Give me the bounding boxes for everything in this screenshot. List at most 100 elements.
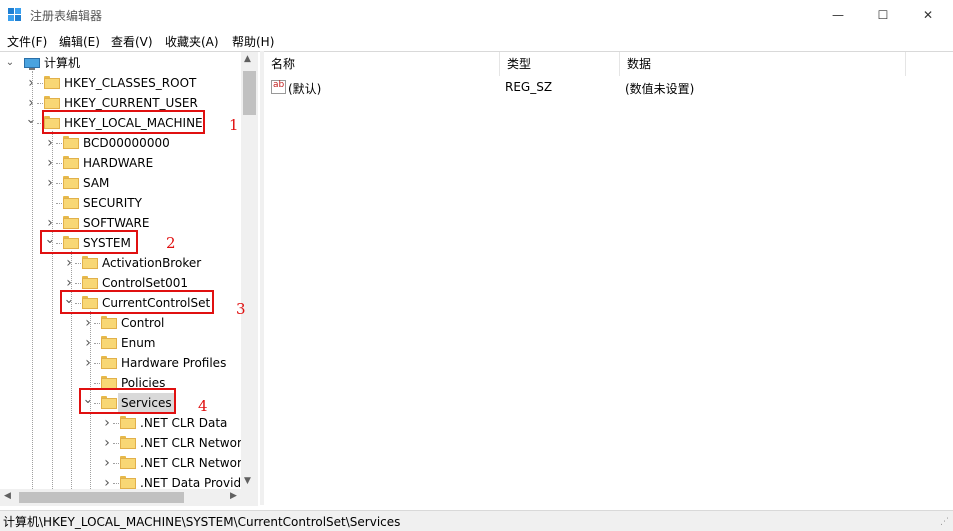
- tree-item[interactable]: SECURITY: [0, 193, 240, 213]
- tree-item[interactable]: › .NET CLR Networ: [0, 433, 242, 453]
- tree-item-label: .NET CLR Data: [140, 416, 228, 430]
- tree-vertical-scroll-thumb[interactable]: [243, 71, 256, 115]
- tree-connector-line: [94, 363, 100, 365]
- column-header-name[interactable]: 名称: [264, 52, 500, 76]
- chevron-right-icon[interactable]: ›: [82, 333, 94, 353]
- maximize-button[interactable]: ☐: [860, 0, 906, 30]
- tree-connector-line: [37, 83, 43, 85]
- chevron-right-icon[interactable]: ›: [44, 173, 56, 193]
- tree-connector-line: [113, 443, 119, 445]
- annotation-number-3: 3: [236, 300, 246, 318]
- tree-item[interactable]: › Hardware Profiles: [0, 353, 240, 373]
- close-button[interactable]: ✕: [905, 0, 951, 30]
- tree-connector-line: [37, 103, 43, 105]
- chevron-right-icon[interactable]: ›: [25, 93, 37, 113]
- list-item[interactable]: ab (默认) REG_SZ (数值未设置): [264, 80, 904, 98]
- chevron-right-icon[interactable]: ›: [101, 413, 113, 433]
- tree-connector-line: [75, 283, 81, 285]
- chevron-right-icon[interactable]: ›: [101, 433, 113, 453]
- tree-item-label: HKEY_CLASSES_ROOT: [64, 76, 197, 90]
- status-bar: 计算机\HKEY_LOCAL_MACHINE\SYSTEM\CurrentCon…: [0, 510, 953, 531]
- scroll-right-arrow-icon[interactable]: ▶: [230, 491, 237, 501]
- tree-item-label: SECURITY: [83, 196, 142, 210]
- menu-view[interactable]: 查看(V): [111, 33, 153, 50]
- folder-icon: [120, 476, 136, 489]
- scroll-down-arrow-icon[interactable]: ▼: [244, 476, 251, 486]
- tree-item[interactable]: › .NET CLR Data: [0, 413, 240, 433]
- status-path: 计算机\HKEY_LOCAL_MACHINE\SYSTEM\CurrentCon…: [3, 515, 401, 529]
- tree-connector-line: [56, 203, 62, 205]
- tree-horizontal-scroll-thumb[interactable]: [19, 492, 184, 503]
- tree-connector-line: [113, 463, 119, 465]
- chevron-right-icon[interactable]: ›: [82, 353, 94, 373]
- menu-bar: 文件(F) 编辑(E) 查看(V) 收藏夹(A) 帮助(H): [0, 30, 953, 50]
- values-list-pane[interactable]: 名称 类型 数据 ab (默认) REG_SZ (数值未设置): [264, 51, 953, 506]
- tree-item[interactable]: › BCD00000000: [0, 133, 240, 153]
- annotation-box-4: [79, 388, 176, 414]
- folder-icon: [63, 176, 79, 189]
- folder-icon: [120, 456, 136, 469]
- annotation-number-1: 1: [229, 116, 239, 134]
- column-header-type[interactable]: 类型: [500, 52, 620, 76]
- tree-connector-line: [94, 323, 100, 325]
- tree-connector-line: [56, 223, 62, 225]
- tree-item-label: 计算机: [44, 56, 81, 70]
- scroll-up-arrow-icon[interactable]: ▲: [244, 54, 251, 64]
- tree-item[interactable]: › HKEY_CLASSES_ROOT: [0, 73, 240, 93]
- chevron-right-icon[interactable]: ›: [63, 253, 75, 273]
- tree-item[interactable]: › ActivationBroker: [0, 253, 240, 273]
- folder-icon: [63, 156, 79, 169]
- menu-file[interactable]: 文件(F): [7, 33, 47, 50]
- tree-item-label: Control: [121, 316, 165, 330]
- tree-item-label: .NET CLR Networ: [140, 436, 242, 450]
- tree-item[interactable]: › .NET CLR Networ: [0, 453, 242, 473]
- folder-icon: [120, 436, 136, 449]
- title-bar: 注册表编辑器 — ☐ ✕: [0, 0, 953, 30]
- folder-icon: [82, 276, 98, 289]
- folder-icon: [63, 196, 79, 209]
- tree-item-computer[interactable]: ⌄ 计算机: [0, 53, 240, 73]
- tree-vertical-scrollbar[interactable]: ▲ ▼: [241, 52, 258, 489]
- tree-item[interactable]: › HARDWARE: [0, 153, 240, 173]
- chevron-right-icon[interactable]: ›: [44, 133, 56, 153]
- tree-item[interactable]: › SAM: [0, 173, 240, 193]
- annotation-number-2: 2: [166, 234, 176, 252]
- folder-icon: [120, 416, 136, 429]
- tree-connector-line: [113, 423, 119, 425]
- chevron-down-icon[interactable]: ⌄: [4, 53, 16, 73]
- resize-grip-icon[interactable]: ⋰: [940, 517, 949, 527]
- tree-item-label: Hardware Profiles: [121, 356, 227, 370]
- annotation-box-3: [60, 290, 214, 314]
- chevron-right-icon[interactable]: ›: [101, 453, 113, 473]
- column-header-data[interactable]: 数据: [620, 52, 906, 76]
- tree-item[interactable]: › Enum: [0, 333, 240, 353]
- folder-icon: [101, 356, 117, 369]
- minimize-button[interactable]: —: [815, 0, 861, 30]
- menu-edit[interactable]: 编辑(E): [59, 33, 100, 50]
- tree-connector-line: [94, 383, 100, 385]
- tree-guide-line: [52, 131, 54, 505]
- regedit-app-icon: [8, 8, 22, 22]
- value-type: REG_SZ: [505, 80, 553, 94]
- window-title: 注册表编辑器: [30, 9, 103, 23]
- tree-connector-line: [56, 163, 62, 165]
- chevron-right-icon[interactable]: ›: [82, 313, 94, 333]
- annotation-box-1: [42, 110, 205, 134]
- value-data: (数值未设置): [625, 82, 695, 96]
- string-value-icon-text: ab: [273, 80, 285, 90]
- scroll-left-arrow-icon[interactable]: ◀: [4, 491, 11, 501]
- folder-icon: [82, 256, 98, 269]
- menu-favorites[interactable]: 收藏夹(A): [165, 33, 219, 50]
- tree-item-label: SAM: [83, 176, 110, 190]
- menu-help[interactable]: 帮助(H): [232, 33, 274, 50]
- chevron-right-icon[interactable]: ›: [25, 73, 37, 93]
- folder-icon: [63, 216, 79, 229]
- chevron-right-icon[interactable]: ›: [44, 153, 56, 173]
- tree-item[interactable]: › Control: [0, 313, 240, 333]
- tree-guide-line: [32, 71, 34, 505]
- folder-icon: [44, 76, 60, 89]
- chevron-down-icon[interactable]: ⌄: [25, 113, 37, 133]
- folder-icon: [101, 316, 117, 329]
- tree-item-label: BCD00000000: [83, 136, 170, 150]
- string-value-icon: ab: [271, 80, 286, 94]
